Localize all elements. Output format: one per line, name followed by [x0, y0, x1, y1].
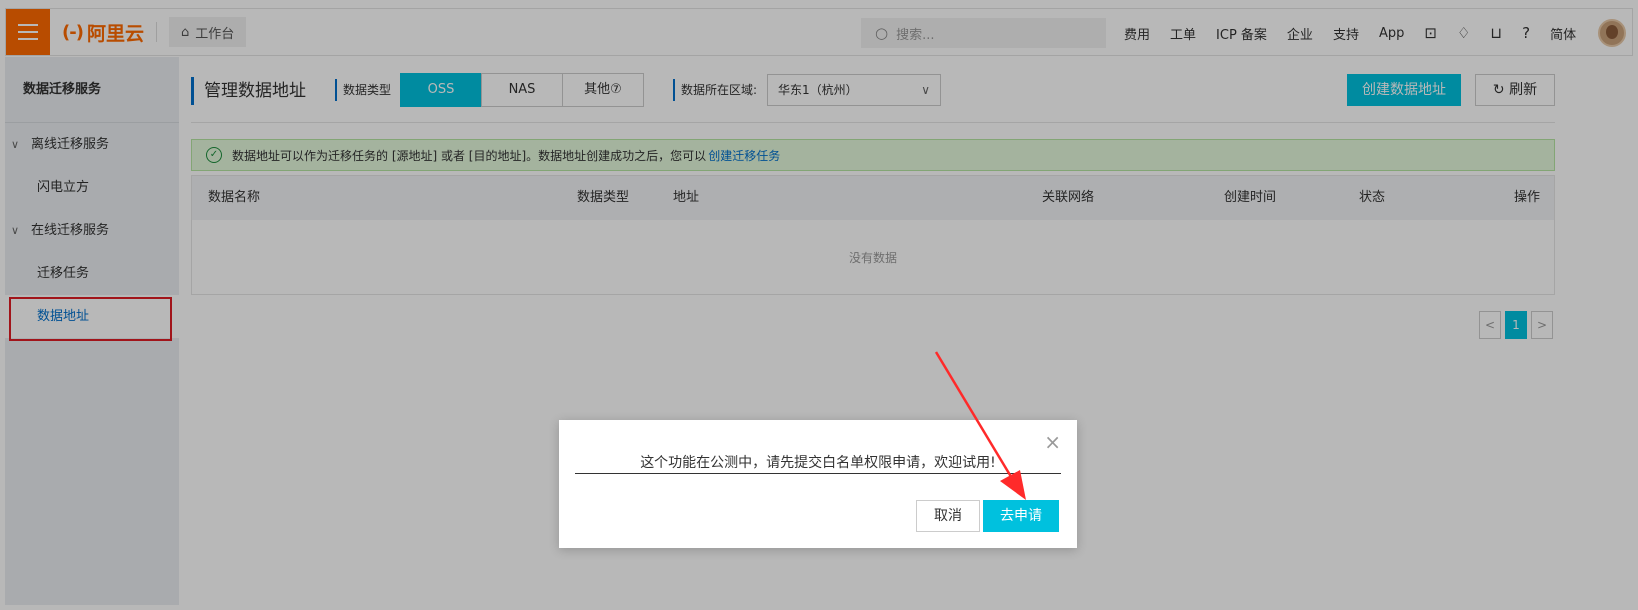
whitelist-dialog: × 这个功能在公测中，请先提交白名单权限申请，欢迎试用! 取消 去申请: [559, 420, 1077, 548]
dialog-message: 这个功能在公测中，请先提交白名单权限申请，欢迎试用!: [575, 452, 1061, 474]
cancel-button[interactable]: 取消: [916, 500, 980, 532]
close-icon[interactable]: ×: [1044, 432, 1061, 452]
apply-button[interactable]: 去申请: [983, 500, 1059, 532]
